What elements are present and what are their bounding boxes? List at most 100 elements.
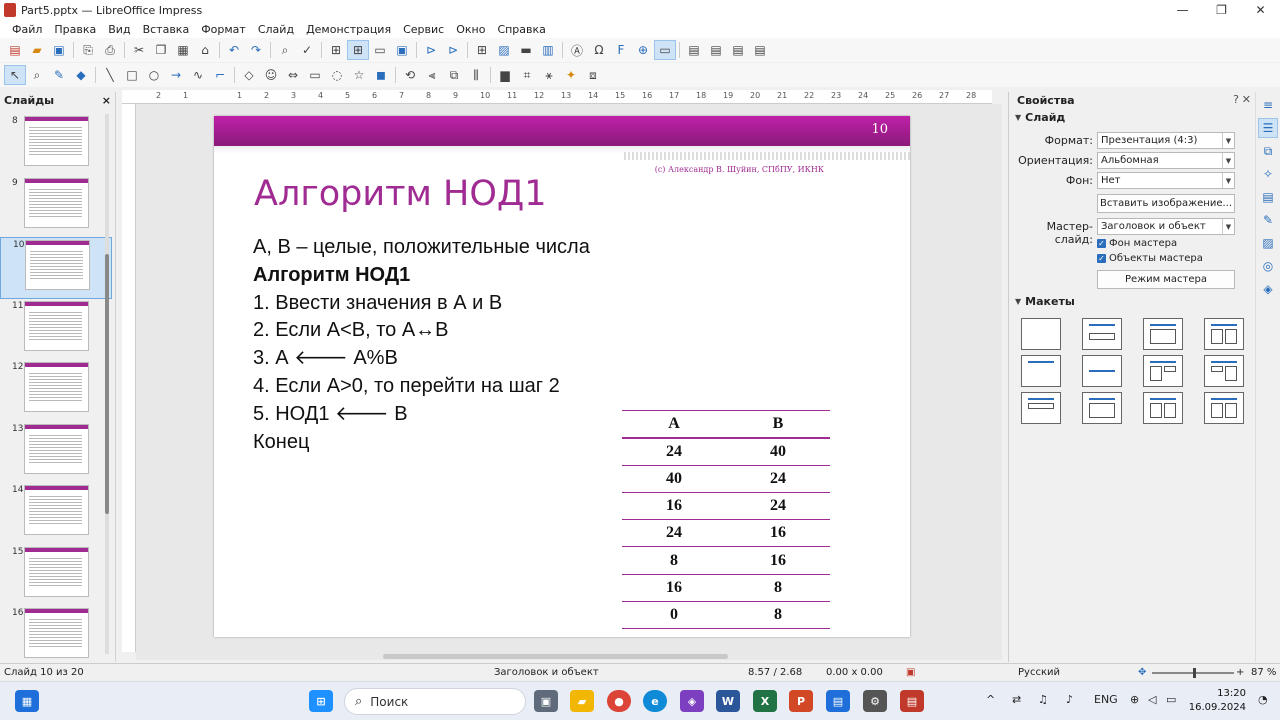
slide-thumbnail-14[interactable]: 14 <box>0 483 112 545</box>
undo-icon[interactable]: ↶ <box>223 40 245 60</box>
properties-icon[interactable]: ☰ <box>1258 118 1278 138</box>
menu-window[interactable]: Окно <box>450 23 491 36</box>
spelling-icon[interactable]: ✓ <box>296 40 318 60</box>
menu-file[interactable]: Файл <box>6 23 48 36</box>
basic-shapes-icon[interactable]: ◇ <box>238 65 260 85</box>
battery-icon[interactable]: ▭ <box>1166 693 1176 706</box>
table-icon[interactable]: ⊞ <box>471 40 493 60</box>
trace-table[interactable]: A B 24 40 40 24 16 24 24 16 8 16 16 8 0 … <box>622 409 830 630</box>
paste-icon[interactable]: ▦ <box>172 40 194 60</box>
toggle-extrusion-icon[interactable]: ⧈ <box>582 65 604 85</box>
scrollbar-thumb[interactable] <box>105 254 109 514</box>
slide-thumbnail-12[interactable]: 12 <box>0 360 112 422</box>
globe-icon[interactable]: ⊕ <box>1130 693 1139 706</box>
navigator-icon[interactable]: ◎ <box>1258 256 1278 276</box>
file-explorer-icon[interactable]: ▰ <box>570 690 594 712</box>
notifications-icon[interactable]: ◔ <box>1258 693 1268 706</box>
widgets-icon[interactable]: ▦ <box>15 690 39 712</box>
chrome-icon[interactable]: ● <box>607 690 631 712</box>
comment-icon[interactable]: ▭ <box>654 40 676 60</box>
slide-thumbnail-10[interactable]: 10 <box>0 237 112 299</box>
new-document-icon[interactable]: ▤ <box>4 40 26 60</box>
distribute-icon[interactable]: ⫼ <box>465 65 487 85</box>
layout-title-only[interactable] <box>1021 355 1061 387</box>
curve-icon[interactable]: ∿ <box>187 65 209 85</box>
flowchart-icon[interactable]: ▭ <box>304 65 326 85</box>
layout-title-two-content[interactable] <box>1204 318 1244 350</box>
slide-thumbnail-15[interactable]: 15 <box>0 545 112 607</box>
points-icon[interactable]: ✦ <box>560 65 582 85</box>
zoom-slider-handle[interactable] <box>1193 668 1196 678</box>
ellipse-icon[interactable]: ○ <box>143 65 165 85</box>
rectangle-icon[interactable]: □ <box>121 65 143 85</box>
maximize-button[interactable]: ❐ <box>1202 0 1241 20</box>
layout-title-content-2-content[interactable] <box>1204 355 1244 387</box>
visual-studio-icon[interactable]: ◈ <box>680 690 704 712</box>
master-mode-button[interactable]: Режим мастера <box>1097 270 1235 289</box>
styles-icon[interactable]: ✎ <box>1258 210 1278 230</box>
new-slide-icon[interactable]: ▤ <box>683 40 705 60</box>
symbol-shapes-icon[interactable]: ☺ <box>260 65 282 85</box>
layout-title-2-content-top[interactable] <box>1021 392 1061 424</box>
menu-help[interactable]: Справка <box>491 23 551 36</box>
orientation-select[interactable]: Альбомная ▼ <box>1097 152 1235 169</box>
horizontal-scrollbar[interactable] <box>383 654 728 659</box>
shapes-icon[interactable]: ◈ <box>1258 279 1278 299</box>
line-color-icon[interactable]: ✎ <box>48 65 70 85</box>
fontwork-icon[interactable]: F <box>610 40 632 60</box>
start-first-slide-icon[interactable]: ⊳ <box>420 40 442 60</box>
layout-title-slide[interactable] <box>1082 318 1122 350</box>
display-views-icon[interactable]: ▭ <box>369 40 391 60</box>
master-slide-icon[interactable]: ▣ <box>391 40 413 60</box>
minimize-button[interactable]: — <box>1163 0 1202 20</box>
arrange-icon[interactable]: ⧉ <box>443 65 465 85</box>
notepad-icon[interactable]: ▤ <box>826 690 850 712</box>
insert-image-button[interactable]: Вставить изображение... <box>1097 194 1235 213</box>
zoom-level[interactable]: 87 % <box>1251 667 1276 678</box>
layout-title-6-content[interactable] <box>1204 392 1244 424</box>
close-sidebar-icon[interactable]: ✕ <box>1242 93 1251 106</box>
master-slide-select[interactable]: Заголовок и объект ▼ <box>1097 218 1235 235</box>
excel-icon[interactable]: X <box>753 690 777 712</box>
chart-icon[interactable]: ▥ <box>537 40 559 60</box>
slide-thumbnail-11[interactable]: 11 <box>0 299 112 361</box>
block-arrows-icon[interactable]: ⇔ <box>282 65 304 85</box>
menu-insert[interactable]: Вставка <box>137 23 196 36</box>
start-current-slide-icon[interactable]: ⊳ <box>442 40 464 60</box>
taskbar-search[interactable]: ⌕ Поиск <box>344 688 526 715</box>
grid-icon[interactable]: ⊞ <box>325 40 347 60</box>
find-replace-icon[interactable]: ⌕ <box>274 40 296 60</box>
layout-title-content-over[interactable] <box>1082 392 1122 424</box>
menu-icon[interactable]: ≡ <box>1258 95 1278 115</box>
special-character-icon[interactable]: Ω <box>588 40 610 60</box>
network-settings-icon[interactable]: ⇄ <box>1012 693 1021 706</box>
slide-workspace[interactable]: 10 (c) Александр В. Шуйин, СПбПУ, ИКНК А… <box>136 104 1002 660</box>
connector-icon[interactable]: ⌐ <box>209 65 231 85</box>
menu-slide[interactable]: Слайд <box>252 23 300 36</box>
3d-objects-icon[interactable]: ◼ <box>370 65 392 85</box>
align-icon[interactable]: ⫷ <box>421 65 443 85</box>
filter-icon[interactable]: ⚹ <box>538 65 560 85</box>
slide-thumbnail-9[interactable]: 9 <box>0 176 112 238</box>
language-status[interactable]: Русский <box>1018 667 1060 678</box>
shadow-icon[interactable]: ▆ <box>494 65 516 85</box>
layout-title-4-content[interactable] <box>1143 392 1183 424</box>
crop-icon[interactable]: ⌗ <box>516 65 538 85</box>
master-objects-checkbox[interactable]: ✓ Объекты мастера <box>1097 253 1203 264</box>
gallery-icon[interactable]: ▨ <box>1258 233 1278 253</box>
slide-canvas[interactable]: 10 (c) Александр В. Шуйин, СПбПУ, ИКНК А… <box>214 116 910 637</box>
copy-icon[interactable]: ❐ <box>150 40 172 60</box>
cut-icon[interactable]: ✂ <box>128 40 150 60</box>
layout-centered-text[interactable] <box>1082 355 1122 387</box>
fit-slide-icon[interactable]: ✥ <box>1138 667 1146 678</box>
master-slides-icon[interactable]: ▤ <box>1258 187 1278 207</box>
audio-device-icon[interactable]: ♫ <box>1038 693 1048 706</box>
zoom-icon[interactable]: ⌕ <box>26 65 48 85</box>
save-icon[interactable]: ▣ <box>48 40 70 60</box>
media-icon[interactable]: ▬ <box>515 40 537 60</box>
settings-icon[interactable]: ⚙ <box>863 690 887 712</box>
menu-view[interactable]: Вид <box>102 23 136 36</box>
taskbar-clock[interactable]: 13:20 16.09.2024 <box>1186 687 1246 715</box>
menu-tools[interactable]: Сервис <box>397 23 450 36</box>
slide-content-box[interactable]: A, B – целые, положительные числа Алгори… <box>253 234 590 456</box>
